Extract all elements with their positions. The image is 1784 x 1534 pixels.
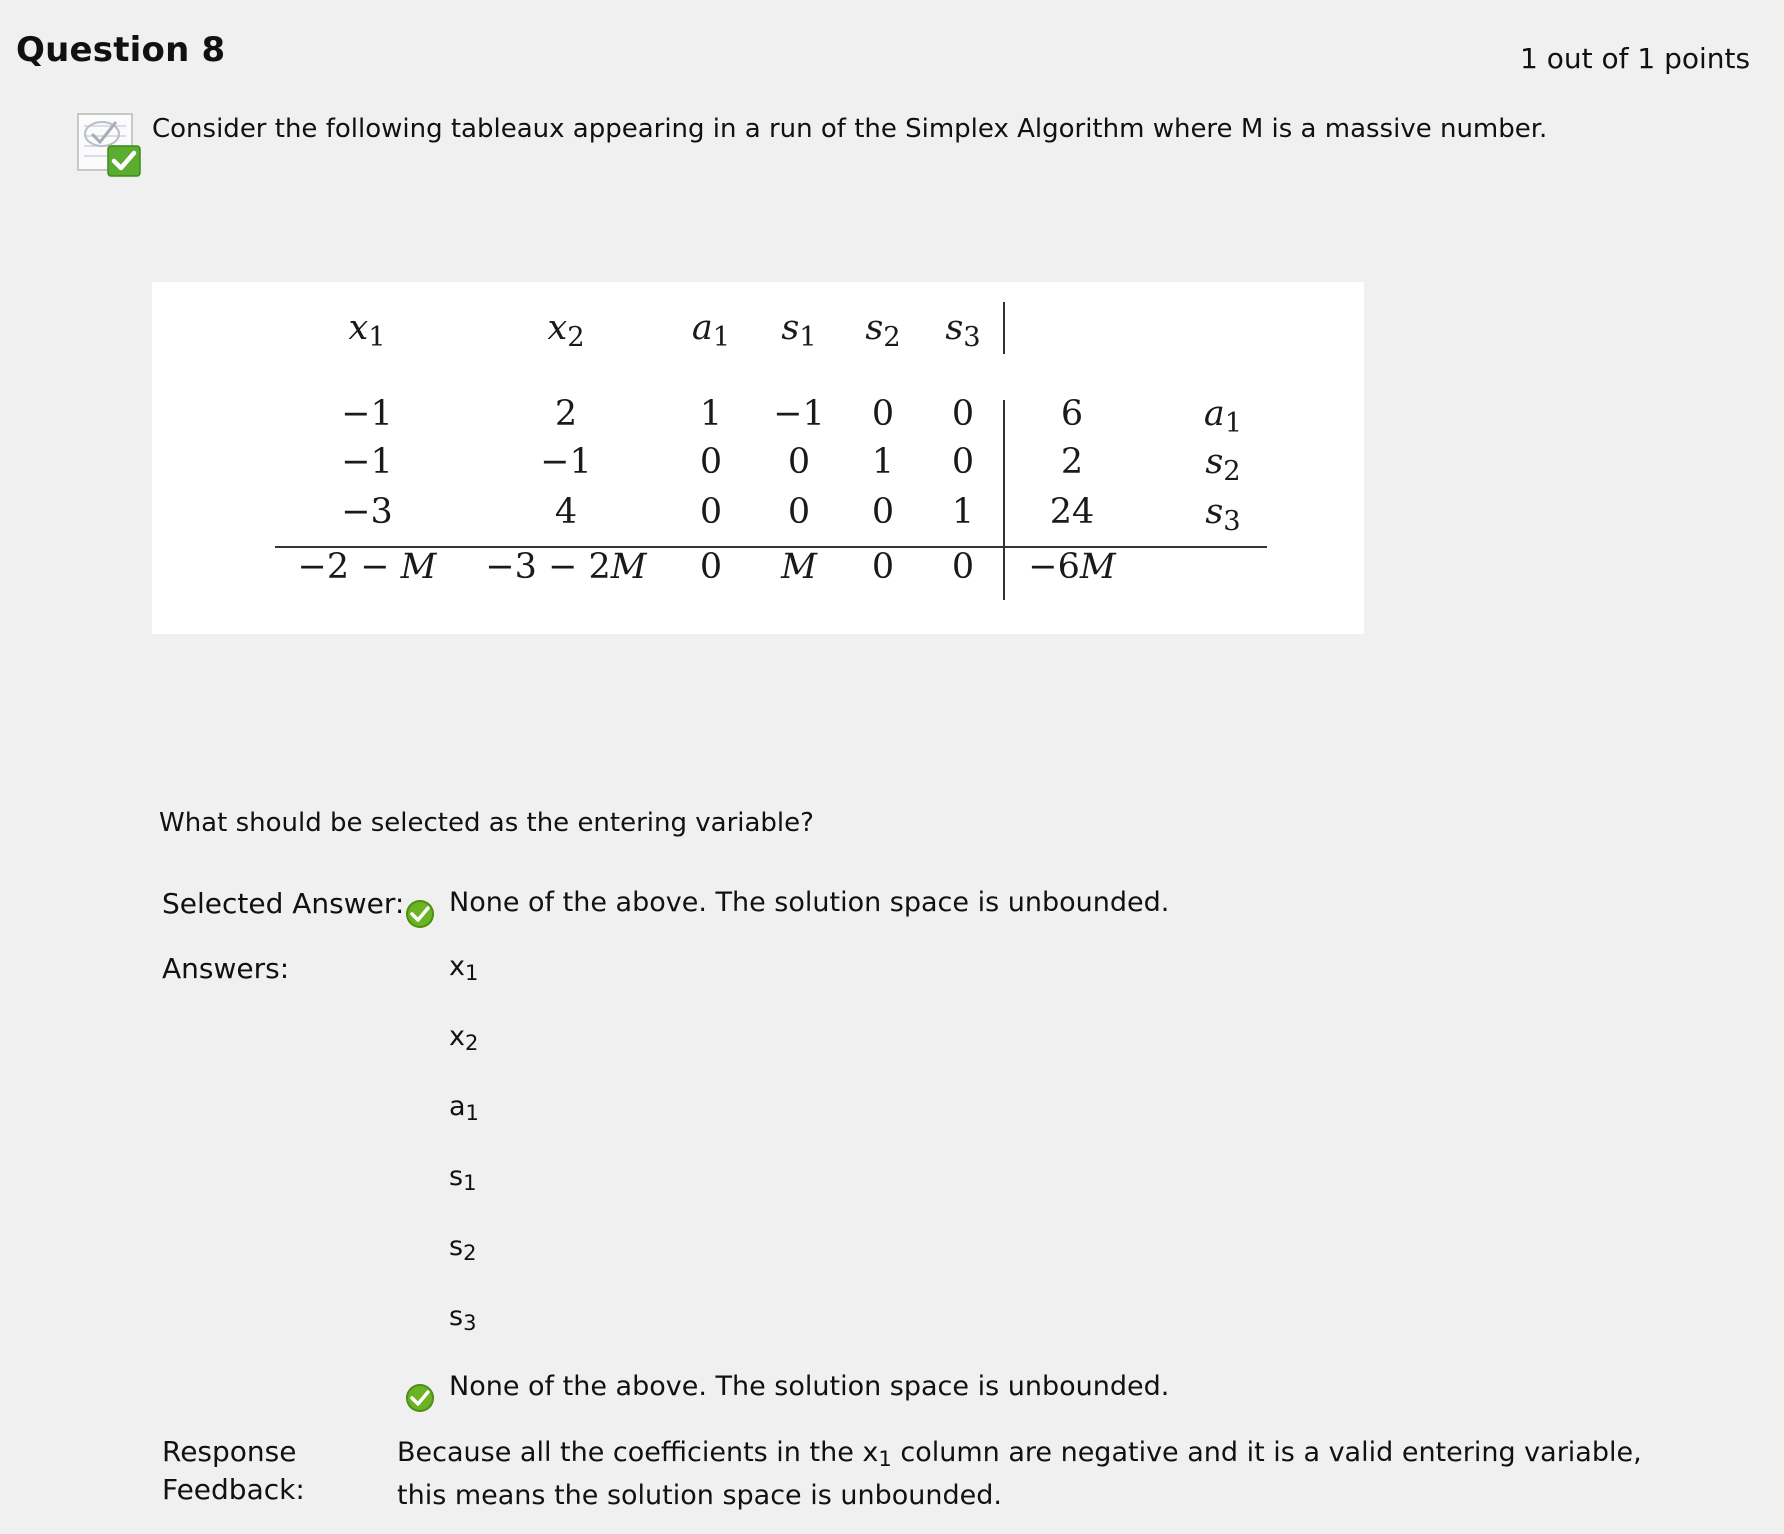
tableau-cell-r1-s1: −1 [773, 394, 825, 434]
feedback-text-before: Because all the coefficients in the x [397, 1437, 879, 1468]
feedback-text-subscript: 1 [878, 1446, 892, 1472]
question-points: 1 out of 1 points [1520, 42, 1751, 75]
answer-option-subscript: 1 [464, 960, 479, 986]
tableau-cell-r2-s3: 0 [951, 442, 975, 482]
answer-option-subscript: 1 [465, 1100, 479, 1126]
answer-option-correct: None of the above. The solution space is… [449, 1371, 1170, 1402]
tableau-basis-r3: s3 [1205, 492, 1241, 537]
answer-option-variable: s [449, 1301, 464, 1332]
answer-option-variable: a [449, 1091, 466, 1122]
tableau-rhs-r3: 24 [1049, 492, 1095, 532]
question-prompt: Consider the following tableaux appearin… [152, 114, 1548, 144]
tableau-cell-r1-s2: 0 [871, 394, 895, 434]
answer-option-subscript: 2 [464, 1030, 479, 1056]
tableau-cell-r3-s1: 0 [787, 492, 811, 532]
tableau-cell-r3-s3: 1 [951, 492, 975, 532]
answer-option-s2: s2 [449, 1231, 477, 1266]
tableau-cell-r2-a1: 0 [699, 442, 723, 482]
tableau-objective-a1: 0 [699, 547, 723, 587]
tableau-cell-r3-a1: 0 [699, 492, 723, 532]
tableau-header-s2: s2 [865, 308, 901, 353]
tableau-cell-r2-x2: −1 [540, 442, 592, 482]
rhs-separator-header [1003, 302, 1005, 354]
tableau-cell-r2-x1: −1 [341, 442, 393, 482]
tableau-cell-r2-s2: 1 [871, 442, 895, 482]
tableau-objective-s1: M [781, 547, 817, 587]
entering-variable-question: What should be selected as the entering … [159, 808, 814, 838]
answer-option-variable: s [449, 1161, 464, 1192]
tableau-cell-r1-s3: 0 [951, 394, 975, 434]
correct-check-icon [406, 900, 434, 928]
tableau-cell-r3-s2: 0 [871, 492, 895, 532]
tableau-basis-r1: a1 [1203, 394, 1243, 439]
answer-option-x1: x1 [449, 951, 479, 986]
tableau-header-x1: x1 [348, 308, 386, 353]
answer-option-s3: s3 [449, 1301, 477, 1336]
tableau-rhs-r2: 2 [1060, 442, 1084, 482]
tableau-cell-r1-x1: −1 [341, 394, 393, 434]
answer-option-subscript: 3 [463, 1310, 477, 1336]
rhs-separator-body [1003, 400, 1005, 600]
tableau-rhs-r1: 6 [1060, 394, 1084, 434]
response-feedback-label-line1: Response [162, 1435, 297, 1468]
answer-option-variable: x [449, 951, 465, 982]
response-feedback-text: Because all the coefficients in the x1 c… [397, 1432, 1697, 1517]
tableau-objective-x1: −2 − M [297, 547, 437, 587]
answer-option-variable: s [449, 1231, 464, 1262]
selected-answer-value: None of the above. The solution space is… [449, 887, 1170, 918]
tableau-cell-r1-a1: 1 [699, 394, 723, 434]
tableau-cell-r3-x2: 4 [554, 492, 578, 532]
answers-label: Answers: [162, 952, 290, 985]
answer-option-a1: a1 [449, 1091, 479, 1126]
question-title: Question 8 [16, 30, 226, 70]
response-feedback-label-line2: Feedback: [162, 1473, 305, 1506]
answer-option-x2: x2 [449, 1021, 479, 1056]
tableau-cell-r2-s1: 0 [787, 442, 811, 482]
tableau-basis-r2: s2 [1205, 442, 1241, 487]
tableau-objective-rhs: −6M [1028, 547, 1116, 587]
answer-option-subscript: 1 [463, 1170, 477, 1196]
graded-correct-icon [76, 112, 144, 180]
answer-option-variable: x [449, 1021, 465, 1052]
tableau-header-s1: s1 [781, 308, 817, 353]
tableau-cell-r1-x2: 2 [554, 394, 578, 434]
tableau-objective-x2: −3 − 2M [485, 547, 647, 587]
simplex-tableau: x1 x2 a1 s1 s2 s3 −1 2 1 −1 0 0 6 a1 −1 −1 0 0 1 0 2 s2 −3 4 0 0… [152, 282, 1364, 634]
tableau-header-a1: a1 [691, 308, 731, 353]
selected-answer-label: Selected Answer: [162, 887, 405, 920]
tableau-objective-s3: 0 [951, 547, 975, 587]
tableau-objective-s2: 0 [871, 547, 895, 587]
objective-row-separator [275, 546, 1267, 548]
tableau-cell-r3-x1: −3 [341, 492, 393, 532]
answer-option-s1: s1 [449, 1161, 477, 1196]
correct-check-icon [406, 1384, 434, 1412]
answer-option-subscript: 2 [463, 1240, 477, 1266]
tableau-header-s3: s3 [945, 308, 981, 353]
tableau-header-x2: x2 [547, 308, 585, 353]
